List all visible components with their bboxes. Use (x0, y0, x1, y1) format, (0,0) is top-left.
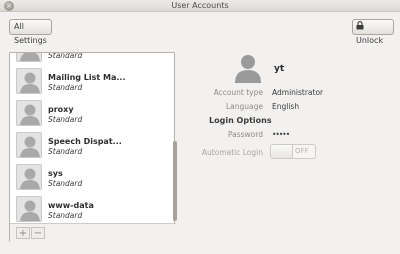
user-list-item[interactable]: Speech Dispat... Standard (11, 129, 171, 161)
language-value[interactable]: English (272, 102, 299, 111)
all-settings-label: All Settings (14, 22, 47, 45)
toggle-knob (271, 145, 293, 158)
user-list-scrollbar[interactable] (173, 53, 177, 223)
user-avatar-icon (16, 100, 42, 126)
user-type: Standard (48, 211, 83, 220)
user-type: Standard (48, 115, 83, 124)
scrollbar-thumb[interactable] (173, 141, 177, 221)
unlock-label: Unlock (356, 36, 384, 45)
user-list-item[interactable]: www-data Standard (11, 193, 171, 223)
user-name: Speech Dispat... (48, 137, 122, 146)
window-titlebar: × User Accounts (0, 0, 400, 12)
account-type-value[interactable]: Administrator (272, 88, 323, 97)
user-list-item[interactable]: sys Standard (11, 161, 171, 193)
password-label: Password (227, 130, 263, 139)
user-name: proxy (48, 105, 74, 114)
user-list[interactable]: Standard Mailing List Ma... Standard pro… (11, 53, 173, 223)
window-title: User Accounts (171, 1, 229, 10)
toggle-state-text: OFF (295, 147, 309, 155)
user-type: Standard (48, 53, 83, 60)
all-settings-button[interactable]: All Settings (9, 19, 52, 45)
user-type: Standard (48, 83, 83, 92)
user-avatar-icon (16, 132, 42, 158)
automatic-login-toggle[interactable]: OFF (270, 144, 316, 159)
login-options-heading: Login Options (209, 116, 272, 125)
user-list-item[interactable]: proxy Standard (11, 97, 171, 129)
password-value[interactable]: ••••• (272, 130, 290, 139)
user-list-panel: Standard Mailing List Ma... Standard pro… (9, 52, 177, 242)
user-avatar-icon (16, 164, 42, 190)
user-name: Mailing List Ma... (48, 73, 126, 82)
add-user-button[interactable]: + (16, 227, 30, 239)
user-name: sys (48, 169, 63, 178)
automatic-login-label: Automatic Login (201, 148, 263, 157)
user-list-item[interactable]: Mailing List Ma... Standard (11, 65, 171, 97)
user-list-item[interactable]: Standard (11, 53, 171, 65)
account-type-label: Account type (213, 88, 263, 97)
toolbar: All Settings Unlock (0, 12, 400, 45)
remove-user-button[interactable]: − (31, 227, 45, 239)
language-label: Language (225, 102, 263, 111)
user-avatar-icon (16, 196, 42, 222)
user-type: Standard (48, 147, 83, 156)
lock-icon (356, 21, 364, 30)
close-window-button[interactable]: × (4, 1, 14, 11)
unlock-button[interactable]: Unlock (352, 19, 394, 45)
user-type: Standard (48, 179, 83, 188)
user-name: www-data (48, 201, 94, 210)
user-avatar-icon (16, 68, 42, 94)
user-list-toolbar: + − (10, 223, 176, 242)
selected-user-avatar-icon[interactable] (232, 52, 264, 84)
selected-user-name[interactable]: yt (274, 64, 284, 74)
user-avatar-icon (16, 53, 42, 62)
